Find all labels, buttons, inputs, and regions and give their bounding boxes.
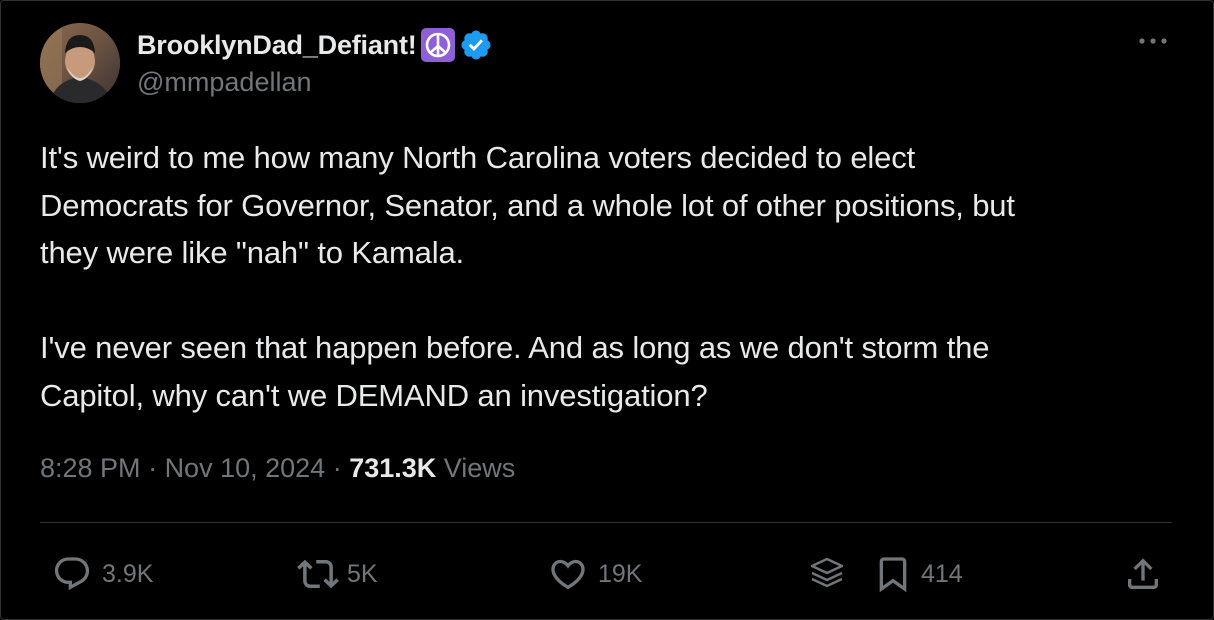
grok-button[interactable]: [806, 549, 848, 599]
tweet-text: It's weird to me how many North Carolina…: [40, 140, 1015, 413]
meta-separator-2: ·: [325, 453, 350, 483]
tweet-card: BrooklynDad_Defiant! @mmpadellan It's we…: [0, 0, 1214, 620]
repost-icon: [297, 553, 339, 595]
tweet-header: BrooklynDad_Defiant! @mmpadellan: [137, 27, 493, 98]
like-count: 19K: [598, 559, 643, 588]
grok-layers-icon: [806, 553, 848, 595]
bookmark-count: 414: [921, 559, 963, 588]
repost-button[interactable]: 5K: [297, 549, 378, 599]
display-name[interactable]: BrooklynDad_Defiant!: [137, 30, 417, 61]
user-handle[interactable]: @mmpadellan: [137, 67, 493, 98]
reply-icon: [52, 554, 92, 594]
like-button[interactable]: 19K: [548, 549, 642, 599]
views-count[interactable]: 731.3K: [349, 453, 436, 484]
share-button[interactable]: [1123, 549, 1163, 599]
repost-count: 5K: [347, 559, 378, 588]
name-row: BrooklynDad_Defiant!: [137, 27, 493, 63]
more-horizontal-icon[interactable]: [1137, 31, 1169, 51]
tweet-meta: 8:28 PM · Nov 10, 2024 · 731.3K Views: [40, 453, 515, 484]
meta-separator: ·: [140, 453, 165, 483]
bookmark-icon: [873, 554, 913, 594]
divider: [40, 522, 1172, 523]
bookmark-button[interactable]: 414: [873, 549, 963, 599]
reply-button[interactable]: 3.9K: [52, 549, 153, 599]
tweet-date[interactable]: Nov 10, 2024: [165, 453, 326, 484]
tweet-time[interactable]: 8:28 PM: [40, 453, 141, 484]
avatar[interactable]: [40, 23, 120, 103]
action-bar: 3.9K 5K 19K 414: [1, 549, 1214, 599]
heart-icon: [548, 554, 588, 594]
verified-badge-icon[interactable]: [459, 28, 493, 62]
views-label: Views: [436, 453, 516, 483]
reply-count: 3.9K: [102, 559, 154, 588]
avatar-image: [40, 23, 120, 103]
share-icon: [1123, 554, 1163, 594]
peace-symbol-icon: [420, 28, 455, 62]
